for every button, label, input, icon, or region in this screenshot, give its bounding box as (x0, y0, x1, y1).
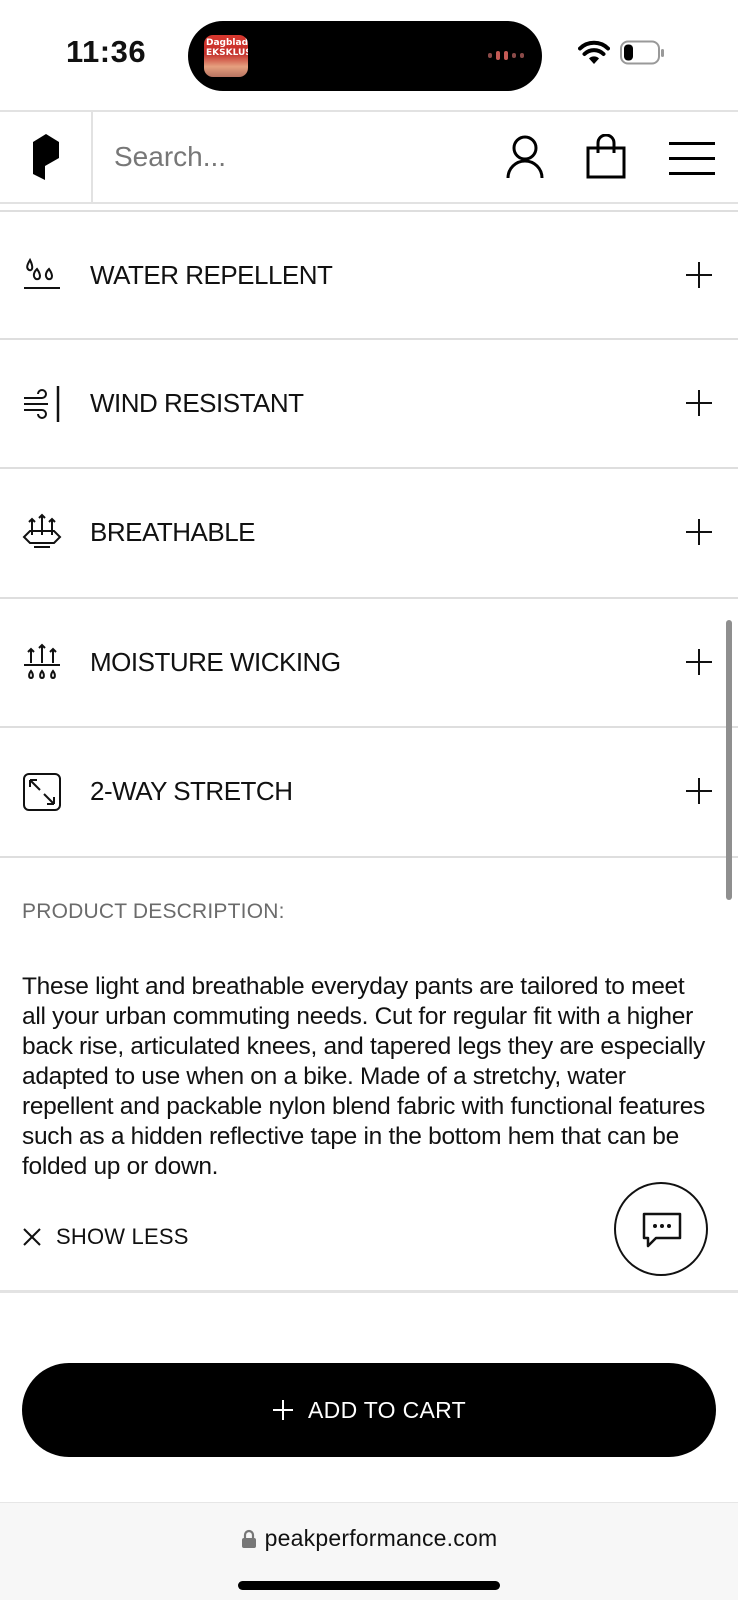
show-less-button[interactable]: SHOW LESS (22, 1224, 189, 1250)
page: 11:36 Dagbladet EKSKLUSIVT (0, 0, 738, 1600)
add-to-cart-button[interactable]: ADD TO CART (22, 1363, 716, 1457)
logo-link[interactable] (0, 112, 93, 202)
wifi-icon (578, 40, 610, 64)
scrollbar[interactable] (726, 620, 732, 900)
chat-button[interactable] (614, 1182, 708, 1276)
account-icon[interactable] (505, 134, 545, 180)
battery-icon (620, 40, 664, 65)
product-description-title: PRODUCT DESCRIPTION: (22, 900, 285, 923)
plus-icon (686, 648, 712, 675)
close-icon (23, 1228, 41, 1246)
feature-label: 2-WAY STRETCH (90, 776, 293, 807)
feature-row-wind-resistant[interactable]: WIND RESISTANT (0, 340, 738, 470)
news-app-thumbnail-text: Dagbladet EKSKLUSIVT (206, 38, 248, 58)
wind-icon (24, 385, 60, 422)
dynamic-island[interactable]: Dagbladet EKSKLUSIVT (188, 21, 542, 91)
section-divider (0, 1290, 738, 1293)
browser-address-bar[interactable]: peakperformance.com (0, 1502, 738, 1600)
home-indicator (238, 1581, 500, 1590)
add-to-cart-label: ADD TO CART (308, 1396, 466, 1423)
plus-icon (686, 519, 712, 546)
show-less-label: SHOW LESS (56, 1224, 189, 1249)
feature-label: MOISTURE WICKING (90, 646, 341, 677)
peak-performance-logo-icon (33, 134, 59, 180)
feature-row-2-way-stretch[interactable]: 2-WAY STRETCH (0, 728, 738, 858)
feature-row-breathable[interactable]: BREATHABLE (0, 469, 738, 599)
plus-icon (686, 389, 712, 416)
status-time: 11:36 (66, 34, 147, 69)
site-header (0, 110, 738, 204)
shopping-bag-icon[interactable] (586, 134, 626, 180)
stretch-arrows-icon (23, 773, 61, 812)
menu-icon[interactable] (669, 140, 715, 176)
lock-icon (241, 1529, 256, 1548)
news-app-thumbnail: Dagbladet EKSKLUSIVT (204, 35, 248, 77)
status-bar: 11:36 Dagbladet EKSKLUSIVT (0, 0, 738, 110)
breathable-arrows-icon (22, 513, 62, 549)
search-input[interactable] (114, 134, 474, 180)
water-drops-icon (24, 257, 60, 289)
feature-label: WATER REPELLENT (90, 260, 333, 290)
feature-row-moisture-wicking[interactable]: MOISTURE WICKING (0, 599, 738, 729)
feature-row-water-repellent[interactable]: WATER REPELLENT (0, 210, 738, 340)
product-description-text: These light and breathable everyday pant… (22, 973, 705, 1180)
chat-icon (642, 1212, 682, 1248)
moisture-wicking-icon (24, 643, 60, 679)
feature-list: WATER REPELLENT WIND RESISTANT BREATHABL… (0, 210, 738, 858)
audio-waveform-icon (488, 51, 524, 60)
plus-icon (686, 778, 712, 805)
url-text: peakperformance.com (264, 1525, 498, 1551)
feature-label: BREATHABLE (90, 517, 256, 548)
url-container[interactable]: peakperformance.com (0, 1525, 738, 1552)
feature-label: WIND RESISTANT (90, 387, 304, 418)
plus-icon (686, 262, 712, 288)
plus-icon (273, 1400, 294, 1420)
